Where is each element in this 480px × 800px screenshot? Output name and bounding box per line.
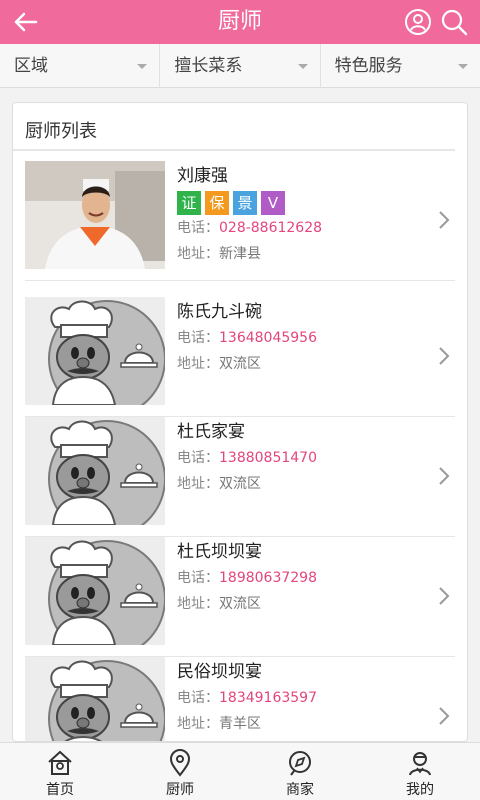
certified-badge: 证 — [177, 191, 201, 215]
tab-chef-label: 厨师 — [166, 782, 194, 798]
address-value: 双流区 — [219, 596, 261, 612]
chef-cartoon-image — [25, 417, 165, 525]
chef-name: 民俗坝坝宴 — [177, 662, 262, 682]
chevron-right-icon — [439, 211, 450, 229]
chevron-right-icon — [439, 707, 450, 725]
scene-badge: 景 — [233, 191, 257, 215]
chef-list-item[interactable]: 杜氏坝坝宴 电话：18980637298 地址：双流区 — [25, 537, 455, 657]
phone-row: 电话：18980637298 — [177, 565, 415, 591]
caret-down-icon — [297, 64, 308, 69]
address-label: 地址： — [177, 716, 219, 732]
tab-chef[interactable]: 厨师 — [120, 743, 240, 800]
phone-number[interactable]: 18349163597 — [219, 690, 317, 706]
chef-list-item[interactable]: 民俗坝坝宴 电话：18349163597 地址：青羊区 — [25, 657, 455, 741]
compass-icon — [289, 751, 311, 776]
phone-label: 电话： — [177, 690, 219, 706]
insured-badge: 保 — [205, 191, 229, 215]
address-value: 双流区 — [219, 356, 261, 372]
filter-area[interactable]: 区域 — [0, 44, 159, 88]
phone-row: 电话：13880851470 — [177, 445, 415, 471]
chef-list-item[interactable]: 刘康强 证 保 景 V 电话：028-88612628 地址：新津县 — [25, 161, 455, 281]
chef-info: 杜氏家宴 电话：13880851470 地址：双流区 — [177, 417, 415, 497]
filter-service[interactable]: 特色服务 — [319, 44, 480, 88]
bottom-tab-bar: 首页 厨师 商家 我的 — [0, 742, 480, 800]
filter-cuisine-label: 擅长菜系 — [174, 56, 243, 76]
address-label: 地址： — [177, 356, 219, 372]
phone-label: 电话： — [177, 450, 219, 466]
chef-photo — [25, 161, 165, 269]
chef-name: 杜氏坝坝宴 — [177, 542, 262, 562]
filter-area-label: 区域 — [14, 56, 48, 76]
phone-number[interactable]: 13880851470 — [219, 450, 317, 466]
address-row: 地址：双流区 — [177, 471, 415, 497]
chef-info: 杜氏坝坝宴 电话：18980637298 地址：双流区 — [177, 537, 415, 617]
phone-label: 电话： — [177, 570, 219, 586]
phone-number[interactable]: 028-88612628 — [219, 220, 322, 236]
tab-mine-label: 我的 — [406, 782, 434, 798]
profile-icon — [409, 752, 431, 776]
filter-bar: 区域 擅长菜系 特色服务 — [0, 44, 480, 88]
filter-service-label: 特色服务 — [334, 56, 403, 76]
address-value: 双流区 — [219, 476, 261, 492]
phone-row: 电话：18349163597 — [177, 685, 415, 711]
phone-number[interactable]: 18980637298 — [219, 570, 317, 586]
phone-row: 电话：028-88612628 — [177, 215, 415, 241]
address-row: 地址：双流区 — [177, 351, 415, 377]
address-row: 地址：双流区 — [177, 591, 415, 617]
tab-merchant[interactable]: 商家 — [240, 743, 360, 800]
address-row: 地址：新津县 — [177, 241, 415, 267]
chevron-right-icon — [439, 347, 450, 365]
chef-list-panel: 厨师列表 刘康强 证 保 景 V 电话：028-88612628 地址：新津县 … — [12, 102, 468, 742]
user-icon[interactable] — [404, 8, 432, 36]
chef-name: 刘康强 — [177, 166, 228, 186]
chef-info: 民俗坝坝宴 电话：18349163597 地址：青羊区 — [177, 657, 415, 737]
caret-down-icon — [457, 64, 468, 69]
chevron-right-icon — [439, 587, 450, 605]
address-label: 地址： — [177, 476, 219, 492]
tab-merchant-label: 商家 — [286, 782, 314, 798]
chef-cartoon-image — [25, 537, 165, 645]
chef-cartoon-image — [25, 297, 165, 405]
chef-cartoon-image — [25, 657, 165, 741]
location-pin-icon — [169, 749, 191, 777]
chevron-right-icon — [439, 467, 450, 485]
phone-number[interactable]: 13648045956 — [219, 330, 317, 346]
chef-list-item[interactable]: 杜氏家宴 电话：13880851470 地址：双流区 — [25, 417, 455, 537]
chef-list-item[interactable]: 陈氏九斗碗 电话：13648045956 地址：双流区 — [25, 297, 455, 417]
tab-mine[interactable]: 我的 — [360, 743, 480, 800]
chef-name: 杜氏家宴 — [177, 422, 245, 442]
address-row: 地址：青羊区 — [177, 711, 415, 737]
address-label: 地址： — [177, 246, 219, 262]
address-value: 青羊区 — [219, 716, 261, 732]
chef-info: 陈氏九斗碗 电话：13648045956 地址：双流区 — [177, 297, 415, 377]
tab-home-label: 首页 — [46, 782, 74, 798]
chef-list-title: 厨师列表 — [13, 103, 455, 151]
search-icon[interactable] — [440, 8, 468, 36]
vip-badge: V — [261, 191, 285, 215]
home-icon — [48, 750, 72, 775]
address-label: 地址： — [177, 596, 219, 612]
header-bar: 厨师 — [0, 0, 480, 44]
address-value: 新津县 — [219, 246, 261, 262]
badge-group: 证 保 景 V — [177, 191, 415, 215]
filter-cuisine[interactable]: 擅长菜系 — [159, 44, 319, 88]
app-root: 厨师 区域 擅长菜系 特色服务 厨师列表 刘康强 证 保 景 V 电话：028-… — [0, 0, 480, 800]
phone-row: 电话：13648045956 — [177, 325, 415, 351]
chef-info: 刘康强 证 保 景 V 电话：028-88612628 地址：新津县 — [177, 161, 415, 267]
caret-down-icon — [137, 64, 148, 69]
tab-home[interactable]: 首页 — [0, 743, 120, 800]
phone-label: 电话： — [177, 330, 219, 346]
phone-label: 电话： — [177, 220, 219, 236]
chef-name: 陈氏九斗碗 — [177, 302, 262, 322]
